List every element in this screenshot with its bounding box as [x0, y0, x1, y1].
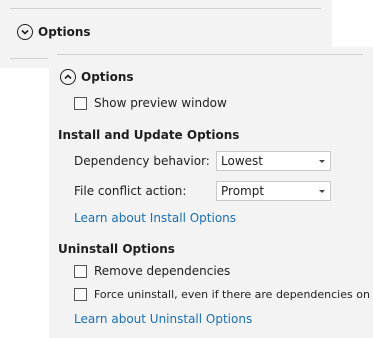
file-conflict-value: Prompt: [221, 184, 265, 198]
divider: [10, 8, 321, 9]
dependency-behavior-label: Dependency behavior:: [74, 154, 210, 168]
file-conflict-label: File conflict action:: [74, 184, 187, 198]
install-update-heading: Install and Update Options: [58, 128, 240, 142]
remove-dependencies-checkbox-row[interactable]: Remove dependencies: [74, 264, 230, 278]
uninstall-heading: Uninstall Options: [58, 242, 175, 256]
file-conflict-select[interactable]: Prompt: [216, 181, 331, 201]
chevron-up-circle-icon: [60, 69, 76, 85]
options-title: Options: [81, 70, 134, 84]
remove-dependencies-checkbox[interactable]: [74, 264, 87, 278]
learn-install-options-link[interactable]: Learn about Install Options: [74, 211, 236, 225]
divider: [57, 54, 363, 55]
dropdown-arrow-icon: [319, 160, 325, 163]
options-expander-collapsed[interactable]: Options: [17, 24, 91, 40]
force-uninstall-checkbox-row[interactable]: Force uninstall, even if there are depen…: [74, 288, 373, 301]
options-title: Options: [38, 25, 91, 39]
show-preview-label: Show preview window: [94, 96, 227, 110]
dependency-behavior-value: Lowest: [221, 154, 263, 168]
remove-dependencies-label: Remove dependencies: [94, 264, 231, 278]
force-uninstall-checkbox[interactable]: [74, 288, 87, 301]
show-preview-checkbox[interactable]: [74, 96, 87, 110]
dropdown-arrow-icon: [319, 190, 325, 193]
options-expander-expanded[interactable]: Options: [60, 69, 134, 85]
divider: [10, 58, 48, 59]
chevron-down-circle-icon: [17, 24, 33, 40]
force-uninstall-label: Force uninstall, even if there are depen…: [94, 288, 373, 301]
dependency-behavior-select[interactable]: Lowest: [216, 151, 331, 171]
learn-uninstall-options-link[interactable]: Learn about Uninstall Options: [74, 312, 252, 326]
show-preview-checkbox-row[interactable]: Show preview window: [74, 96, 227, 110]
